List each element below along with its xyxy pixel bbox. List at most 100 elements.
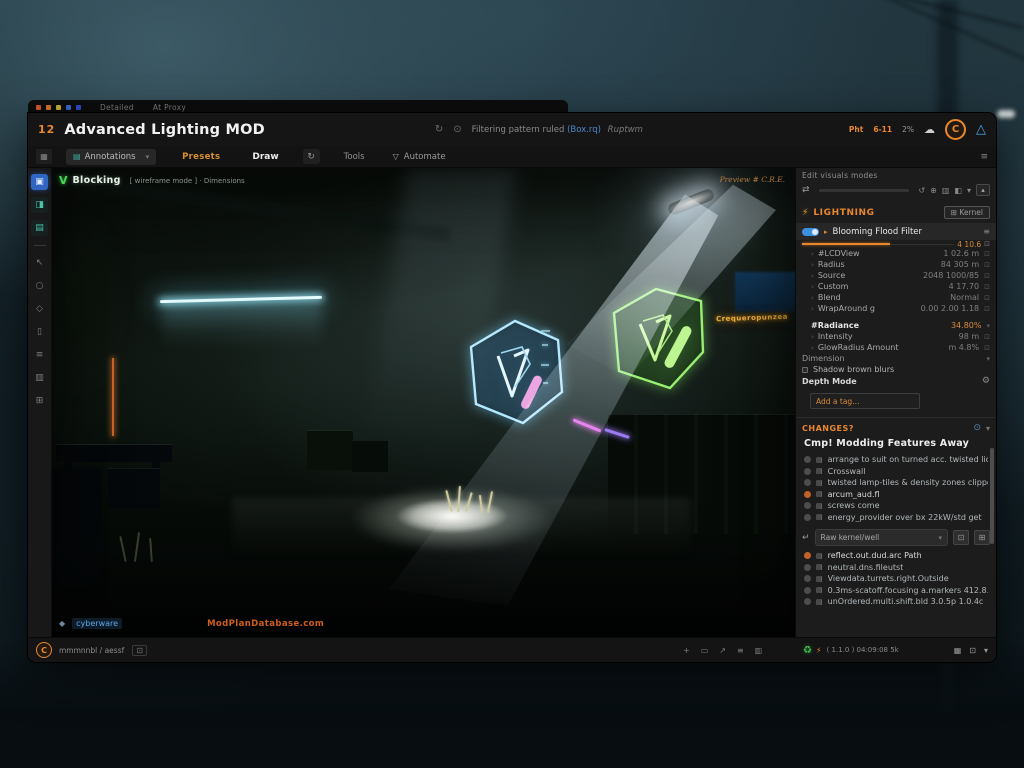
hint-link[interactable]: (Box.rq) [567, 125, 601, 135]
chevron-down-icon[interactable]: ▾ [986, 355, 990, 363]
change-item[interactable]: ▤ energy_provider over bx 22kW/std get [796, 512, 996, 524]
grid-view-icon[interactable]: ▦ [954, 646, 962, 655]
undo-icon[interactable]: ↺ [918, 186, 925, 195]
sync-icon[interactable]: ⊙ [973, 423, 981, 433]
row-icon: ⊡ [984, 305, 990, 313]
dimension-row[interactable]: Dimension ▾ [796, 353, 996, 364]
kernel-dropdown-value[interactable] [821, 533, 939, 542]
toggle-switch[interactable] [802, 228, 819, 236]
copy-icon[interactable]: ⊡ [969, 646, 976, 655]
grid-view-button[interactable]: ▦ [36, 149, 52, 164]
brand-triangle-icon[interactable]: △ [976, 122, 986, 137]
menu-item-proxy[interactable]: At Proxy [153, 103, 186, 112]
user-avatar[interactable]: C [945, 119, 966, 140]
history-icon[interactable]: ↻ [435, 124, 443, 135]
split-icon[interactable]: ◧ [954, 186, 962, 195]
property-row[interactable]: #LCDView 1 02.6 m⊡ [796, 248, 996, 259]
window-dot-4[interactable] [66, 105, 71, 110]
tool-add-grid[interactable]: ⊞ [31, 393, 48, 409]
change-item[interactable]: ▤ twisted lamp-tiles & density zones cli… [796, 477, 996, 489]
automate-button[interactable]: ▽ Automate [393, 152, 446, 162]
kernel-dropdown[interactable]: ▾ [815, 529, 948, 546]
tool-layers[interactable]: ▤ [31, 220, 48, 236]
shadow-blur-checkbox-row[interactable]: Shadow brown blurs [796, 364, 996, 375]
change-item[interactable]: ▤ screws come [796, 500, 996, 512]
change-item[interactable]: ▤ Crosswall [796, 466, 996, 478]
chevron-down-icon[interactable]: ▾ [986, 424, 990, 433]
bloom-slider[interactable]: 4 10.6 ⊡ [796, 240, 996, 248]
cloud-icon[interactable]: ☁ [924, 123, 935, 136]
row-icon: ⊡ [984, 261, 990, 269]
status-avatar[interactable]: C [36, 642, 52, 658]
panel-scrollbar[interactable] [990, 448, 994, 544]
status-box-icon[interactable]: ⊡ [132, 645, 147, 656]
attach-button[interactable]: ⊡ [953, 530, 969, 545]
window-dot-3[interactable] [56, 105, 61, 110]
kernel-button[interactable]: ⊞ Kernel [944, 206, 990, 219]
file-icon: ▤ [816, 552, 823, 560]
file-item[interactable]: ▤ neutral.dns.fileutst [796, 562, 996, 574]
window-dot-1[interactable] [36, 105, 41, 110]
slider-fill [802, 243, 890, 245]
property-row[interactable]: Intensity 98 m⊡ [796, 331, 996, 342]
property-row[interactable]: WrapAround g 0.00 2.00 1.18⊡ [796, 303, 996, 314]
tool-select[interactable]: ↖ [31, 255, 48, 271]
checkbox[interactable] [802, 367, 808, 373]
tools-button[interactable]: Tools [344, 152, 365, 162]
caret-icon[interactable]: ▾ [967, 186, 971, 195]
tool-mask[interactable]: ◨ [31, 197, 48, 213]
info-icon[interactable]: ⊙ [453, 124, 461, 135]
window-dot-2[interactable] [46, 105, 51, 110]
file-item-active[interactable]: ▤ reflect.out.dud.arc Path [796, 550, 996, 562]
tool-pattern[interactable]: ▥ [31, 370, 48, 386]
swap-icon[interactable]: ⇄ [802, 185, 810, 195]
pan-tool-icon[interactable]: + [683, 646, 690, 655]
change-item[interactable]: ▤ arrange to suit on turned acc. twisted… [796, 454, 996, 466]
grid-tool-icon[interactable]: ▥ [755, 646, 763, 655]
frame-tool-icon[interactable]: ▭ [701, 646, 709, 655]
tab-annotations[interactable]: ▤ Annotations ▾ [66, 149, 156, 165]
row-menu-icon[interactable]: ≡ [983, 227, 990, 236]
overflow-menu-icon[interactable]: ≡ [980, 152, 988, 162]
presets-button[interactable]: Presets [182, 152, 220, 162]
file-item[interactable]: ▤ 0.3ms-scatoff.focusing a.markers 412.8… [796, 585, 996, 597]
draw-button[interactable]: Draw [252, 152, 278, 162]
tool-ellipse[interactable]: ○ [31, 278, 48, 294]
radiance-row[interactable]: #Radiance 34.80%▾ [796, 320, 996, 331]
chevron-down-icon[interactable]: ▾ [146, 153, 150, 161]
list-tool-icon[interactable]: ≡ [737, 646, 744, 655]
status-dot-orange [804, 552, 811, 559]
slider-box-icon[interactable]: ⊡ [984, 240, 990, 248]
property-row[interactable]: Blend Normal⊡ [796, 292, 996, 303]
chevron-down-icon[interactable]: ▾ [984, 646, 988, 655]
expand-button[interactable]: ⊞ [974, 530, 990, 545]
file-item[interactable]: ▤ unOrdered.multi.shift.bld 3.0.5p 1.0.4… [796, 596, 996, 608]
row-icon: ▾ [986, 322, 990, 330]
footer-link[interactable]: cyberware [72, 618, 122, 629]
return-icon[interactable]: ↵ [802, 533, 810, 543]
change-item-active[interactable]: ▤ arcum_aud.fl [796, 489, 996, 501]
add-tag-input[interactable] [810, 393, 920, 409]
tool-list[interactable]: ≡ [31, 347, 48, 363]
collapse-button[interactable]: ▴ [976, 184, 990, 196]
property-row[interactable]: Custom 4 17.70⊡ [796, 281, 996, 292]
add-icon[interactable]: ⊕ [930, 186, 937, 195]
window-dot-5[interactable] [76, 105, 81, 110]
property-row[interactable]: Radius 84 305 m⊡ [796, 259, 996, 270]
zoom-tool-icon[interactable]: ↗ [719, 646, 726, 655]
panel-track[interactable] [819, 189, 910, 192]
gear-icon[interactable]: ⚙ [982, 376, 990, 386]
bloom-filter-row[interactable]: ▸ Blooming Flood Filter ≡ [796, 223, 996, 240]
menu-item-detailed[interactable]: Detailed [100, 103, 134, 112]
tool-image-active[interactable]: ▣ [31, 174, 48, 190]
depth-mode-row[interactable]: Depth Mode ⚙ [796, 375, 996, 387]
grid-icon[interactable]: ▥ [942, 186, 950, 195]
property-row[interactable]: GlowRadius Amount m 4.8%⊡ [796, 342, 996, 353]
rotate-tool-button[interactable]: ↻ [303, 149, 320, 164]
tool-polygon[interactable]: ◇ [31, 301, 48, 317]
file-item[interactable]: ▤ Viewdata.turrets.right.Outside [796, 573, 996, 585]
tool-rectangle[interactable]: ▯ [31, 324, 48, 340]
viewport-3d-canvas[interactable]: Crequeropunzea V Blocking [ wiref [52, 168, 795, 637]
stat-badge-3: 2% [902, 125, 914, 134]
property-row[interactable]: Source 2048 1000/85⊡ [796, 270, 996, 281]
